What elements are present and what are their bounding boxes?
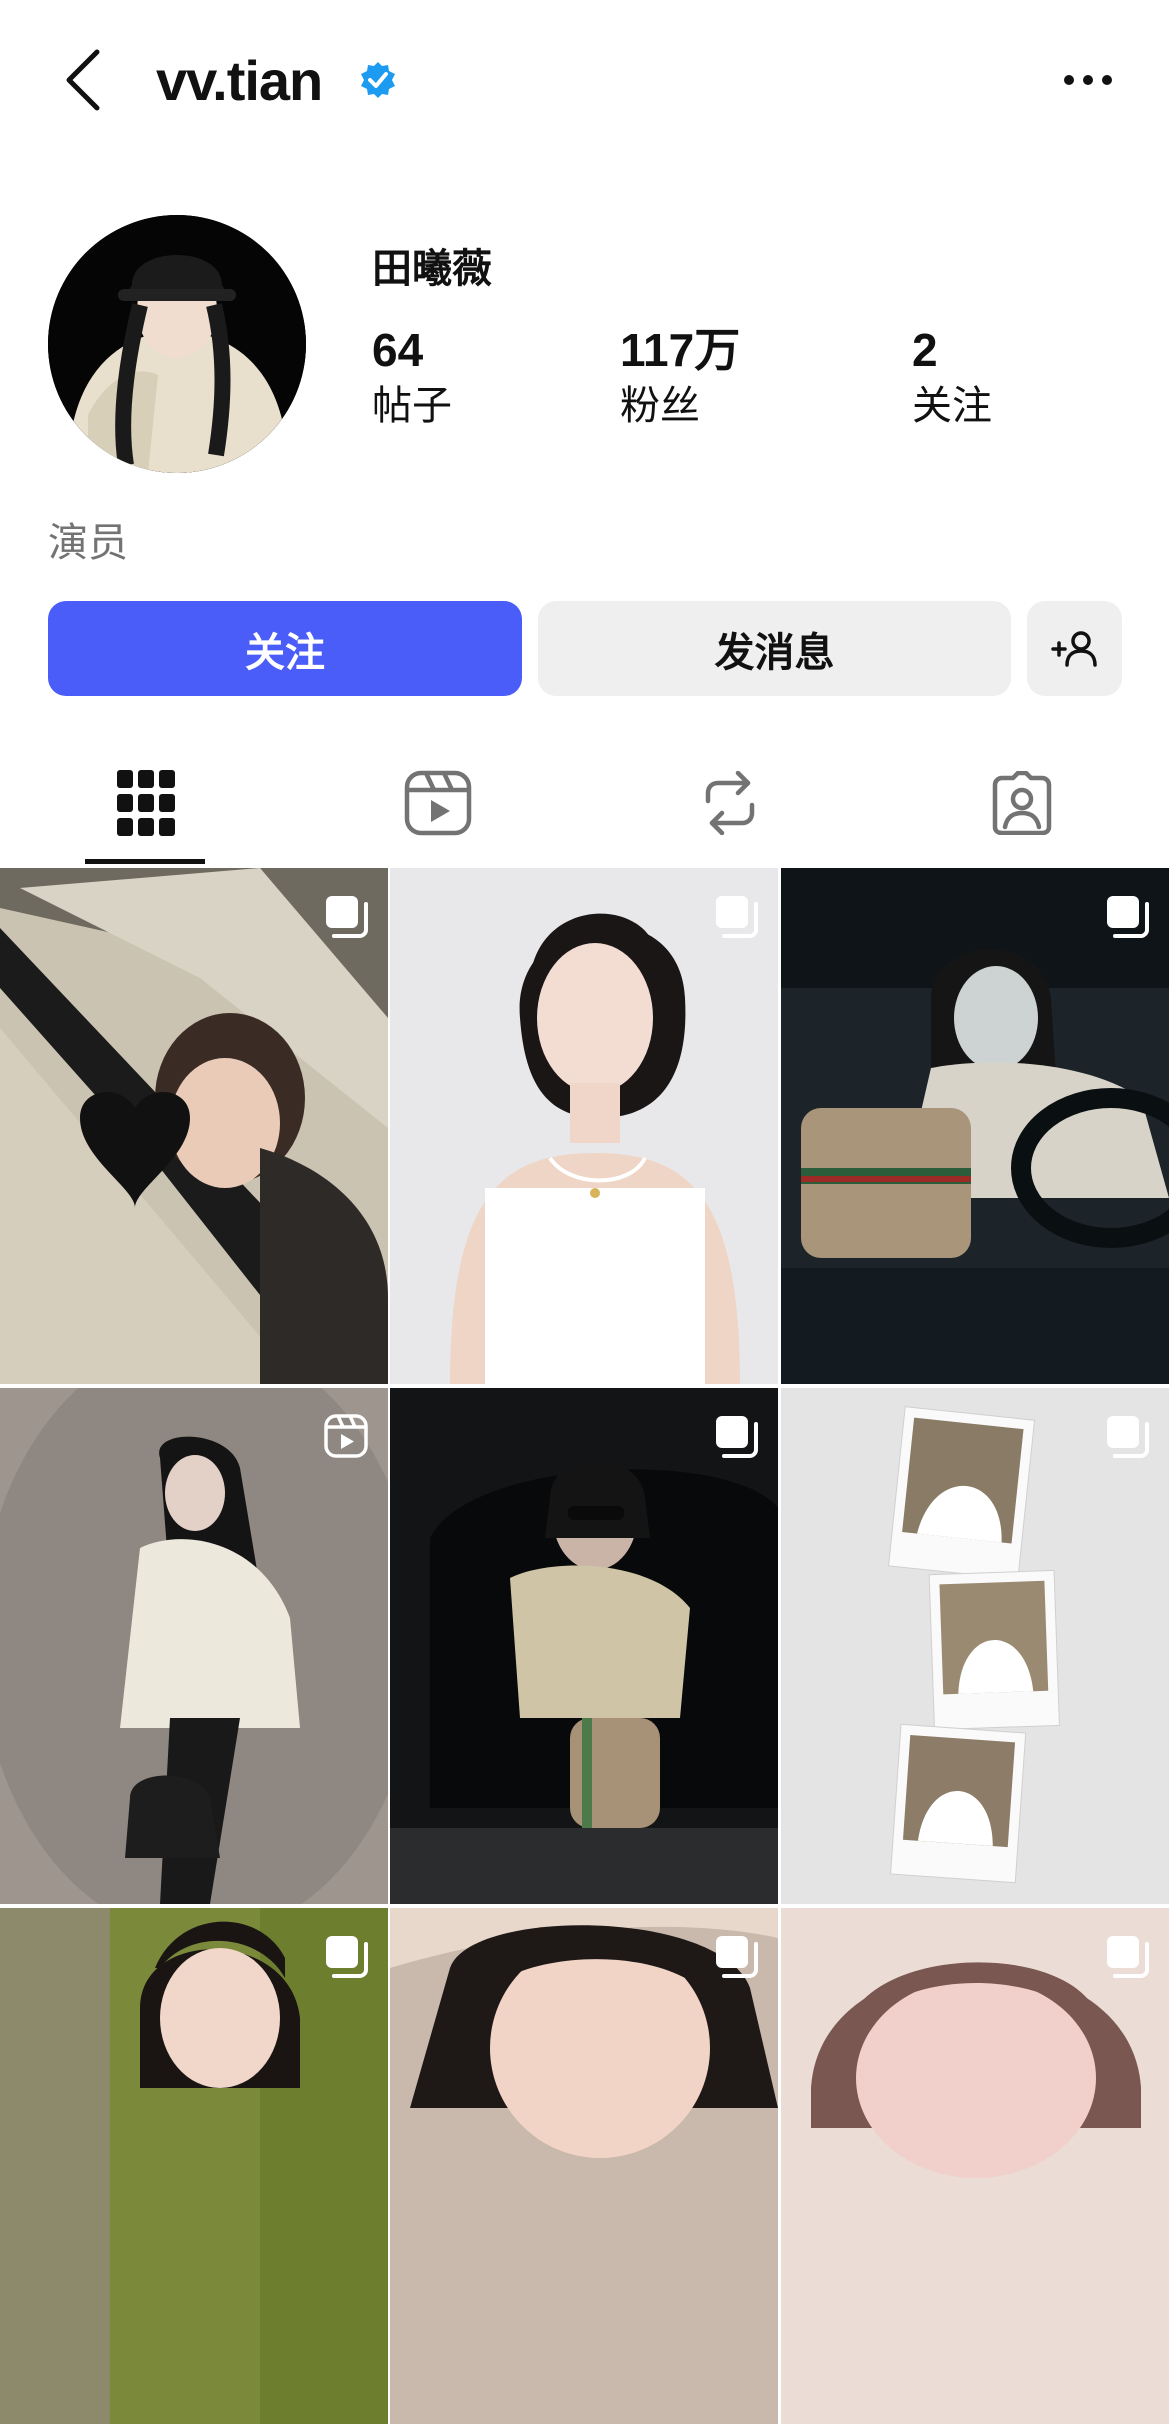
stat-label: 粉丝 [620,383,700,429]
tab-reposts[interactable] [584,740,876,865]
multi-post-icon [716,1416,758,1458]
stat-value: 64 [372,324,424,376]
tab-reels[interactable] [292,740,584,865]
grid-post[interactable] [0,1388,388,1904]
reel-icon [324,1414,368,1458]
multi-post-icon [326,896,368,938]
active-tab-indicator [85,859,205,864]
add-person-icon [1050,630,1097,667]
stat-followers[interactable]: 117万 粉丝 [620,320,740,432]
stat-label: 帖子 [372,383,452,429]
multi-post-icon [1107,1936,1149,1978]
multi-post-icon [1107,896,1149,938]
multi-post-icon [1107,1416,1149,1458]
grid-post[interactable] [781,1908,1169,2424]
grid-post[interactable] [0,868,388,1384]
chevron-left-icon [66,49,100,111]
tab-posts[interactable] [0,740,292,865]
message-button[interactable]: 发消息 [538,601,1011,696]
multi-post-icon [716,896,758,938]
suggested-accounts-button[interactable] [1027,601,1122,696]
grid-post[interactable] [0,1908,388,2424]
stat-following[interactable]: 2 关注 [912,320,992,432]
more-horizontal-icon [1064,75,1112,85]
stat-value: 2 [912,324,938,376]
more-options-button[interactable] [1058,60,1118,100]
tagged-person-icon [992,770,1052,835]
stat-value: 117万 [620,324,741,376]
stat-posts[interactable]: 64 帖子 [372,320,452,432]
repost-icon [705,770,755,835]
grid-post[interactable] [390,1908,778,2424]
verified-badge-icon [361,62,395,98]
tab-tagged[interactable] [876,740,1168,865]
multi-post-icon [716,1936,758,1978]
grid-post[interactable] [390,868,778,1384]
display-name: 田曦薇 [372,246,492,292]
grid-icon [117,769,175,836]
profile-username: vv.tian [156,49,323,112]
follow-button[interactable]: 关注 [48,601,522,696]
profile-bio: 演员 [48,520,128,566]
grid-post[interactable] [390,1388,778,1904]
grid-post[interactable] [781,1388,1169,1904]
top-bar: vv.tian [0,0,1169,160]
reels-icon [404,770,472,835]
profile-avatar[interactable] [48,215,306,473]
back-button[interactable] [58,45,108,115]
grid-post[interactable] [781,868,1169,1384]
multi-post-icon [326,1936,368,1978]
stat-label: 关注 [912,383,992,429]
